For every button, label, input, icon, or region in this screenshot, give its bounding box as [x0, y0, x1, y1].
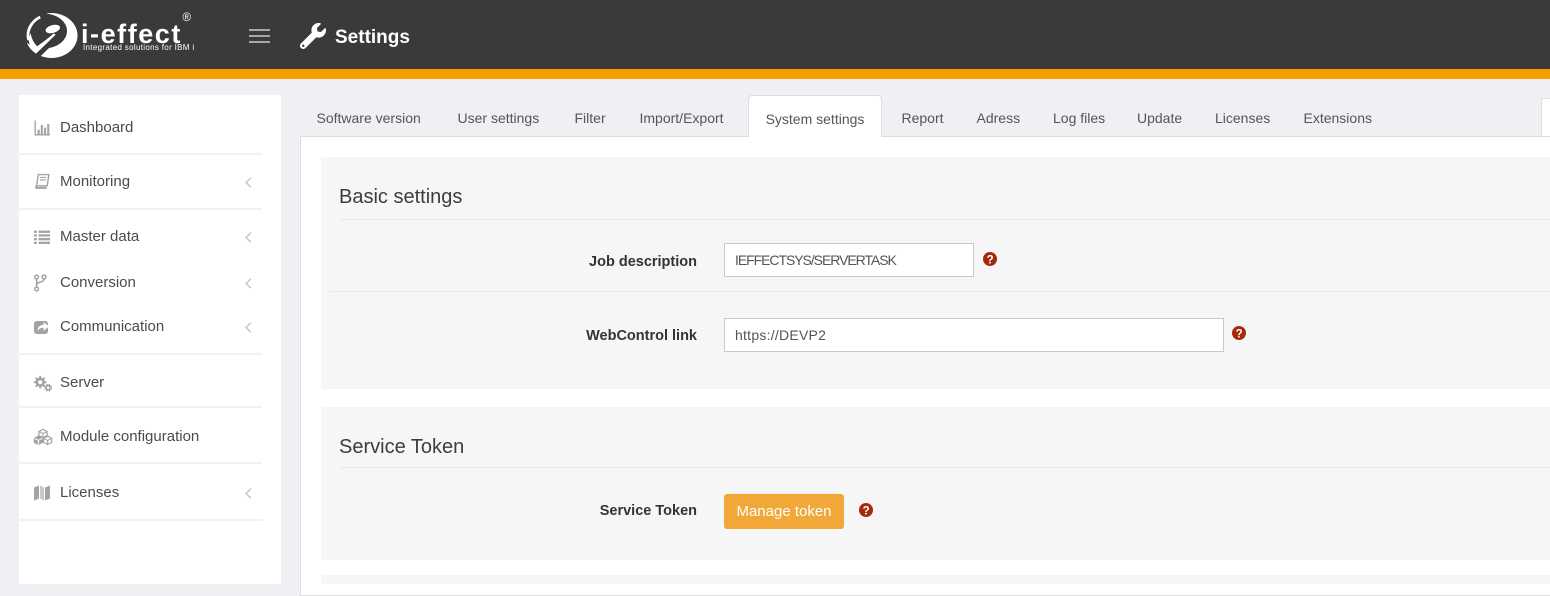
svg-text:?: ?	[1236, 328, 1243, 340]
svg-text:?: ?	[863, 505, 870, 517]
svg-text:?: ?	[987, 254, 994, 266]
